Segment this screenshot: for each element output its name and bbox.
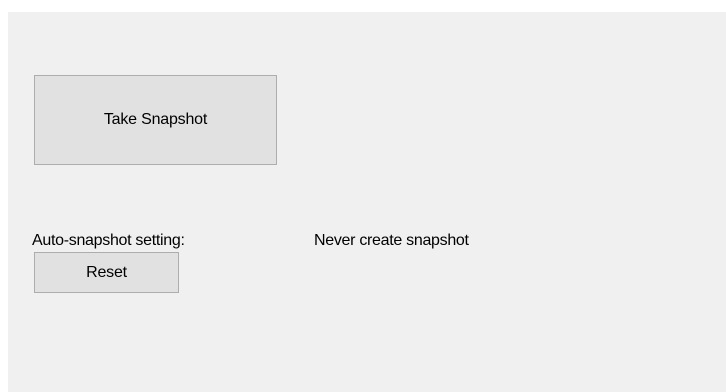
take-snapshot-button[interactable]: Take Snapshot [34,75,277,165]
dialog-panel: Take Snapshot Auto-snapshot setting: Nev… [8,12,726,392]
reset-button[interactable]: Reset [34,252,179,293]
auto-snapshot-setting-value: Never create snapshot [314,232,469,249]
auto-snapshot-setting-label: Auto-snapshot setting: [32,232,185,249]
